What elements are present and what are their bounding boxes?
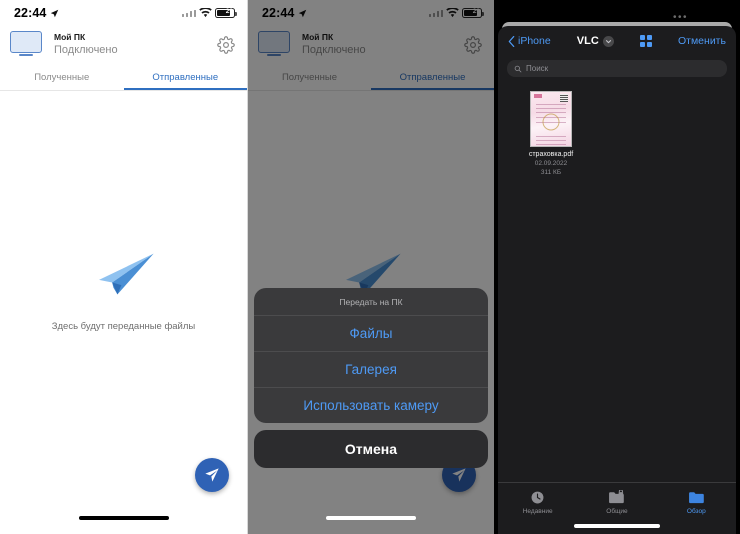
battery-level: 29 bbox=[225, 8, 233, 15]
file-name: страховка.pdf bbox=[528, 151, 574, 158]
chevron-left-icon bbox=[508, 35, 515, 47]
tab-received[interactable]: Полученные bbox=[0, 64, 124, 90]
tab-recents-label: Недавние bbox=[522, 508, 553, 515]
search-input[interactable]: Поиск bbox=[507, 60, 727, 77]
grid-view-icon[interactable] bbox=[639, 35, 652, 47]
tab-bar: Полученные Отправленные bbox=[0, 64, 247, 90]
status-bar-left: 22:44 bbox=[262, 6, 307, 20]
action-sheet-option-files[interactable]: Файлы bbox=[254, 315, 488, 351]
folder-title-label: VLC bbox=[576, 35, 599, 47]
search-placeholder: Поиск bbox=[526, 64, 549, 73]
location-arrow-icon bbox=[299, 9, 307, 17]
shared-folder-icon bbox=[609, 490, 625, 504]
panel-transfer-app-action-sheet: 22:44 29 Мой ПК Подключено Полученные От… bbox=[247, 0, 494, 534]
tab-received[interactable]: Полученные bbox=[248, 64, 371, 90]
action-sheet-option-camera[interactable]: Использовать камеру bbox=[254, 387, 488, 423]
status-bar-time: 22:44 bbox=[262, 6, 295, 20]
panel-transfer-app: 22:44 29 Мой ПК Подключено Полученные От… bbox=[0, 0, 247, 534]
wifi-icon bbox=[446, 8, 459, 18]
tab-recents[interactable]: Недавние bbox=[498, 483, 577, 534]
chevron-down-icon[interactable] bbox=[602, 35, 614, 47]
tab-bar: Полученные Отправленные bbox=[248, 64, 494, 90]
gear-icon[interactable] bbox=[464, 35, 482, 54]
device-text: Мой ПК Подключено bbox=[54, 31, 118, 56]
tab-browse[interactable]: Обзор bbox=[657, 483, 736, 534]
file-size: 311 КБ bbox=[540, 169, 562, 176]
device-row[interactable]: Мой ПК Подключено bbox=[0, 26, 247, 64]
status-bar-right: 29 bbox=[428, 8, 484, 18]
paper-plane-icon bbox=[98, 253, 154, 294]
file-item[interactable]: страховка.pdf 02.09.2022 311 КБ bbox=[520, 91, 582, 176]
send-plane-icon bbox=[205, 468, 219, 482]
panel-files-picker: ••• iPhone VLC Отменить Поиск страховка.… bbox=[494, 0, 740, 534]
wifi-icon bbox=[199, 8, 212, 18]
file-date: 02.09.2022 bbox=[534, 160, 568, 167]
folder-icon bbox=[688, 492, 704, 504]
monitor-icon bbox=[10, 31, 44, 58]
files-sheet: iPhone VLC Отменить Поиск страховка.pdf … bbox=[498, 26, 736, 534]
tab-browse-label: Обзор bbox=[686, 508, 706, 515]
home-indicator bbox=[574, 524, 660, 528]
signal-icon bbox=[181, 9, 196, 17]
pdf-document-thumbnail bbox=[530, 91, 572, 147]
action-sheet-title: Передать на ПК bbox=[339, 297, 403, 307]
status-bar-time: 22:44 bbox=[14, 6, 47, 20]
gear-icon[interactable] bbox=[217, 35, 235, 54]
device-status: Подключено bbox=[302, 43, 366, 56]
clock-icon bbox=[531, 491, 544, 504]
empty-state: Здесь будут переданные файлы bbox=[0, 91, 247, 491]
device-text: Мой ПК Подключено bbox=[302, 31, 366, 56]
tab-shared-label: Общие bbox=[606, 508, 628, 515]
monitor-icon bbox=[258, 31, 292, 58]
cancel-button[interactable]: Отменить bbox=[678, 35, 726, 47]
device-name: Мой ПК bbox=[54, 31, 86, 42]
action-sheet-options: Передать на ПК Файлы Галерея Использоват… bbox=[254, 288, 488, 423]
home-indicator bbox=[326, 516, 416, 520]
battery-level: 29 bbox=[472, 8, 480, 15]
tab-sent[interactable]: Отправленные bbox=[371, 64, 494, 90]
tab-sent[interactable]: Отправленные bbox=[123, 64, 248, 90]
search-icon bbox=[514, 65, 522, 72]
home-indicator bbox=[78, 516, 169, 520]
back-button-label: iPhone bbox=[518, 35, 551, 47]
action-sheet-cancel-button[interactable]: Отмена bbox=[254, 430, 488, 468]
files-nav-bar: iPhone VLC Отменить bbox=[498, 26, 736, 56]
device-status: Подключено bbox=[54, 43, 118, 56]
screenshot-stage: 22:44 29 Мой ПК Подключено Полученные От… bbox=[0, 0, 740, 534]
status-bar-left: 22:44 bbox=[14, 6, 59, 20]
send-plane-icon bbox=[452, 468, 466, 482]
action-sheet-option-gallery[interactable]: Галерея bbox=[254, 351, 488, 387]
signal-icon bbox=[428, 9, 443, 17]
status-bar-right: 29 bbox=[181, 8, 237, 18]
back-button[interactable]: iPhone bbox=[508, 35, 551, 47]
battery-icon: 29 bbox=[462, 8, 484, 18]
device-row[interactable]: Мой ПК Подключено bbox=[248, 26, 494, 64]
location-arrow-icon bbox=[51, 9, 59, 17]
status-bar: 22:44 29 bbox=[0, 0, 247, 26]
device-name: Мой ПК bbox=[302, 31, 334, 42]
battery-icon: 29 bbox=[215, 8, 237, 18]
folder-title[interactable]: VLC bbox=[577, 35, 614, 47]
empty-state-text: Здесь будут переданные файлы bbox=[51, 320, 196, 332]
status-bar: 22:44 29 bbox=[248, 0, 494, 26]
file-grid: страховка.pdf 02.09.2022 311 КБ bbox=[498, 77, 736, 176]
send-fab-button[interactable] bbox=[195, 458, 229, 492]
action-sheet: Передать на ПК Файлы Галерея Использоват… bbox=[254, 288, 488, 468]
